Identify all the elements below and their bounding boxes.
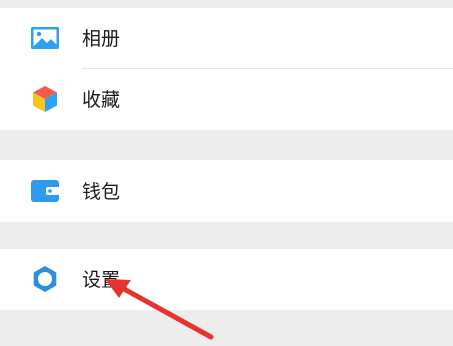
menu-item-favorites[interactable]: 收藏 (0, 69, 453, 130)
menu-group-media: 相册 收藏 (0, 8, 453, 130)
wallet-icon (30, 176, 60, 206)
menu-group-settings: 设置 (0, 249, 453, 310)
menu-group-wallet: 钱包 (0, 160, 453, 222)
favorites-cube-icon (30, 84, 60, 114)
menu-item-settings[interactable]: 设置 (0, 249, 453, 310)
settings-gear-icon (30, 264, 60, 294)
album-icon (30, 23, 60, 53)
menu-item-favorites-label: 收藏 (82, 89, 121, 111)
menu-item-album-label: 相册 (82, 28, 121, 50)
menu-item-album[interactable]: 相册 (0, 8, 453, 69)
menu-item-wallet-label: 钱包 (82, 181, 121, 203)
menu-item-settings-label: 设置 (82, 269, 121, 291)
menu-item-wallet[interactable]: 钱包 (0, 160, 453, 222)
